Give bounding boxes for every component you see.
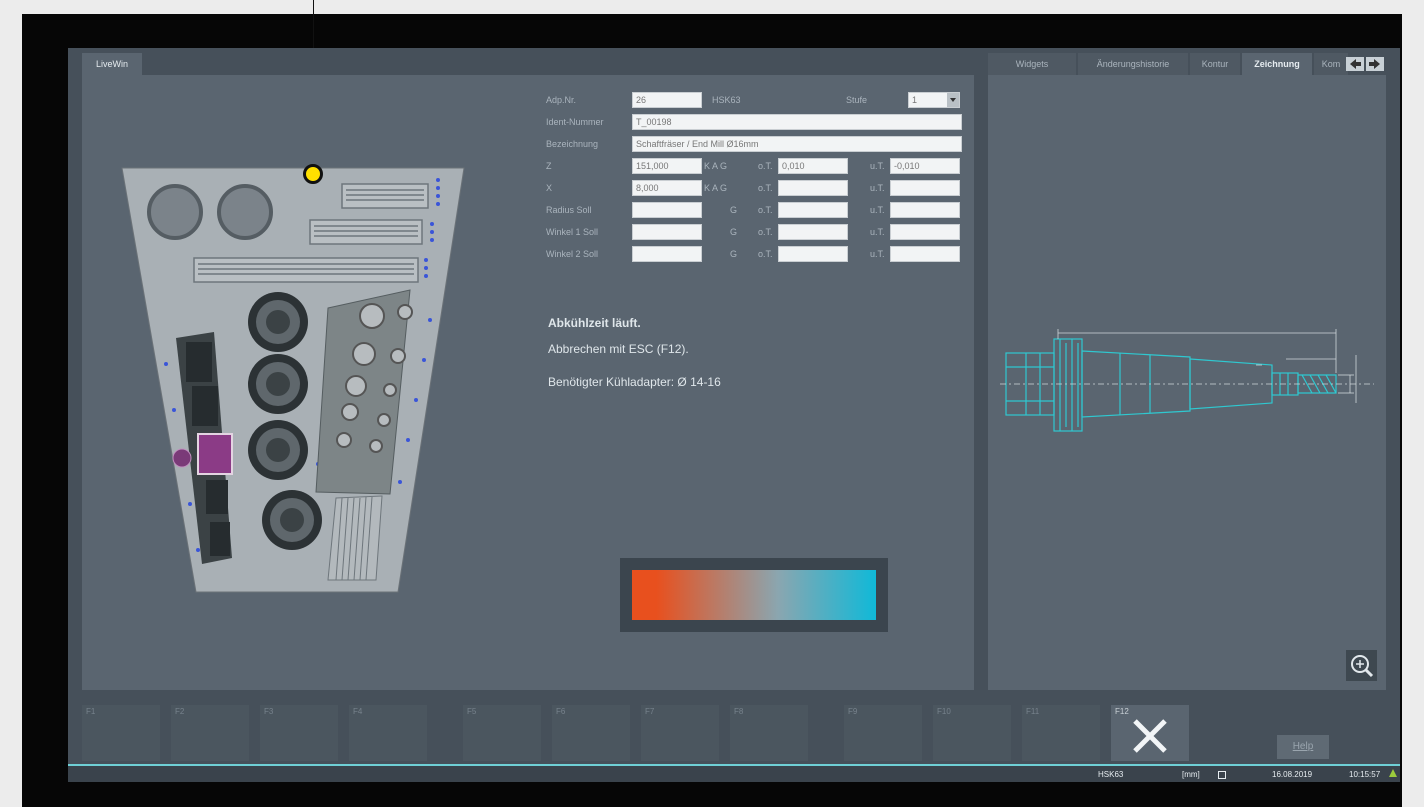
row-ut-label: u.T. bbox=[870, 227, 885, 237]
row-mode: G bbox=[730, 205, 738, 215]
fkey-f6[interactable]: F6 bbox=[552, 705, 630, 761]
station-hole bbox=[147, 184, 203, 240]
stufe-select[interactable]: 1 bbox=[908, 92, 960, 108]
stufe-label: Stufe bbox=[846, 95, 868, 105]
fkey-f8[interactable]: F8 bbox=[730, 705, 808, 761]
row-ot-label: o.T. bbox=[758, 205, 773, 215]
row-mode: K A G bbox=[704, 183, 728, 193]
arrow-left-icon bbox=[1350, 59, 1361, 69]
row-label: X bbox=[546, 183, 553, 193]
row-value-field[interactable]: 8,000 bbox=[632, 180, 702, 196]
fkey-f5[interactable]: F5 bbox=[463, 705, 541, 761]
row-mode: G bbox=[730, 249, 738, 259]
row-value-field[interactable]: 151,000 bbox=[632, 158, 702, 174]
active-slot bbox=[197, 433, 233, 475]
help-button[interactable]: Help bbox=[1277, 735, 1329, 759]
row-ut-label: u.T. bbox=[870, 249, 885, 259]
tab-kontur[interactable]: Kontur bbox=[1190, 53, 1240, 75]
row-ot-field[interactable] bbox=[778, 246, 848, 262]
cooling-status-title: Abkühlzeit läuft. bbox=[548, 316, 641, 330]
tool-technical-drawing bbox=[1000, 329, 1374, 432]
row-ut-field[interactable] bbox=[890, 180, 960, 196]
ident-field[interactable]: T_00198 bbox=[632, 114, 962, 130]
adp-label: Adp.Nr. bbox=[546, 95, 577, 105]
cooling-gradient-bar bbox=[632, 570, 876, 620]
status-time: 10:15:57 bbox=[1349, 770, 1381, 779]
tab-zeichnung[interactable]: Zeichnung bbox=[1242, 53, 1312, 75]
row-ot-field[interactable] bbox=[778, 224, 848, 240]
tab-widgets[interactable]: Widgets bbox=[988, 53, 1076, 75]
row-ut-field[interactable] bbox=[890, 224, 960, 240]
tab-livewin[interactable]: LiveWin bbox=[82, 53, 142, 75]
status-date: 16.08.2019 bbox=[1272, 770, 1313, 779]
row-ot-label: o.T. bbox=[758, 249, 773, 259]
row-ot-label: o.T. bbox=[758, 227, 773, 237]
cooling-abort-hint: Abbrechen mit ESC (F12). bbox=[548, 342, 689, 356]
cooling-station-diagram bbox=[121, 167, 465, 593]
row-ot-field[interactable] bbox=[778, 202, 848, 218]
row-ut-label: u.T. bbox=[870, 183, 885, 193]
status-bar bbox=[68, 764, 1400, 782]
fkey-f4[interactable]: F4 bbox=[349, 705, 427, 761]
row-label: Winkel 2 Soll bbox=[546, 249, 599, 259]
close-icon bbox=[1133, 719, 1167, 753]
arrow-right-icon bbox=[1369, 59, 1380, 69]
vent-grid bbox=[327, 495, 383, 581]
bez-field[interactable]: Schaftfräser / End Mill Ø16mm bbox=[632, 136, 962, 152]
tab-aenderungshistorie[interactable]: Änderungshistorie bbox=[1078, 53, 1188, 75]
zoom-icon bbox=[1351, 655, 1374, 678]
tab-kom[interactable]: Kom bbox=[1314, 53, 1348, 75]
fkey-f1[interactable]: F1 bbox=[82, 705, 160, 761]
zoom-button[interactable] bbox=[1346, 650, 1377, 681]
fkey-f12-label: F12 bbox=[1115, 707, 1129, 716]
row-ot-field[interactable]: 0,010 bbox=[778, 158, 848, 174]
cooling-gradient-frame bbox=[620, 558, 888, 632]
row-value-field[interactable] bbox=[632, 224, 702, 240]
row-ut-label: u.T. bbox=[870, 161, 885, 171]
row-mode: K A G bbox=[704, 161, 728, 171]
fkey-f7[interactable]: F7 bbox=[641, 705, 719, 761]
dropdown-arrow-icon bbox=[950, 98, 956, 102]
row-label: Winkel 1 Soll bbox=[546, 227, 599, 237]
row-ut-field[interactable]: -0,010 bbox=[890, 158, 960, 174]
adp-field[interactable]: 26 bbox=[632, 92, 702, 108]
row-ut-field[interactable] bbox=[890, 246, 960, 262]
row-value-field[interactable] bbox=[632, 246, 702, 262]
bez-label: Bezeichnung bbox=[546, 139, 599, 149]
station-hole bbox=[217, 184, 273, 240]
tab-scroll-right-button[interactable] bbox=[1366, 57, 1384, 71]
stufe-dropdown-button[interactable] bbox=[947, 93, 959, 107]
tab-scroll-left-button[interactable] bbox=[1346, 57, 1364, 71]
row-mode: G bbox=[730, 227, 738, 237]
callout-marker bbox=[303, 164, 323, 184]
row-label: Z bbox=[546, 161, 552, 171]
fkey-f10[interactable]: F10 bbox=[933, 705, 1011, 761]
status-window-icon bbox=[1218, 771, 1226, 779]
row-ot-field[interactable] bbox=[778, 180, 848, 196]
row-label: Radius Soll bbox=[546, 205, 592, 215]
stufe-value: 1 bbox=[912, 95, 918, 105]
adp-code: HSK63 bbox=[712, 95, 741, 105]
row-ut-field[interactable] bbox=[890, 202, 960, 218]
warning-icon bbox=[1389, 769, 1397, 777]
row-ot-label: o.T. bbox=[758, 183, 773, 193]
row-ot-label: o.T. bbox=[758, 161, 773, 171]
ident-label: Ident-Nummer bbox=[546, 117, 604, 127]
cooling-adapter-hint: Benötigter Kühladapter: Ø 14-16 bbox=[548, 375, 721, 389]
slot-indicator bbox=[172, 448, 192, 468]
status-adapter: HSK63 bbox=[1098, 770, 1124, 779]
fkey-f11[interactable]: F11 bbox=[1022, 705, 1100, 761]
fkey-f3[interactable]: F3 bbox=[260, 705, 338, 761]
row-ut-label: u.T. bbox=[870, 205, 885, 215]
fkey-f9[interactable]: F9 bbox=[844, 705, 922, 761]
fkey-f2[interactable]: F2 bbox=[171, 705, 249, 761]
row-value-field[interactable] bbox=[632, 202, 702, 218]
status-unit: [mm] bbox=[1182, 770, 1200, 779]
fkey-f12-close[interactable]: F12 bbox=[1111, 705, 1189, 761]
